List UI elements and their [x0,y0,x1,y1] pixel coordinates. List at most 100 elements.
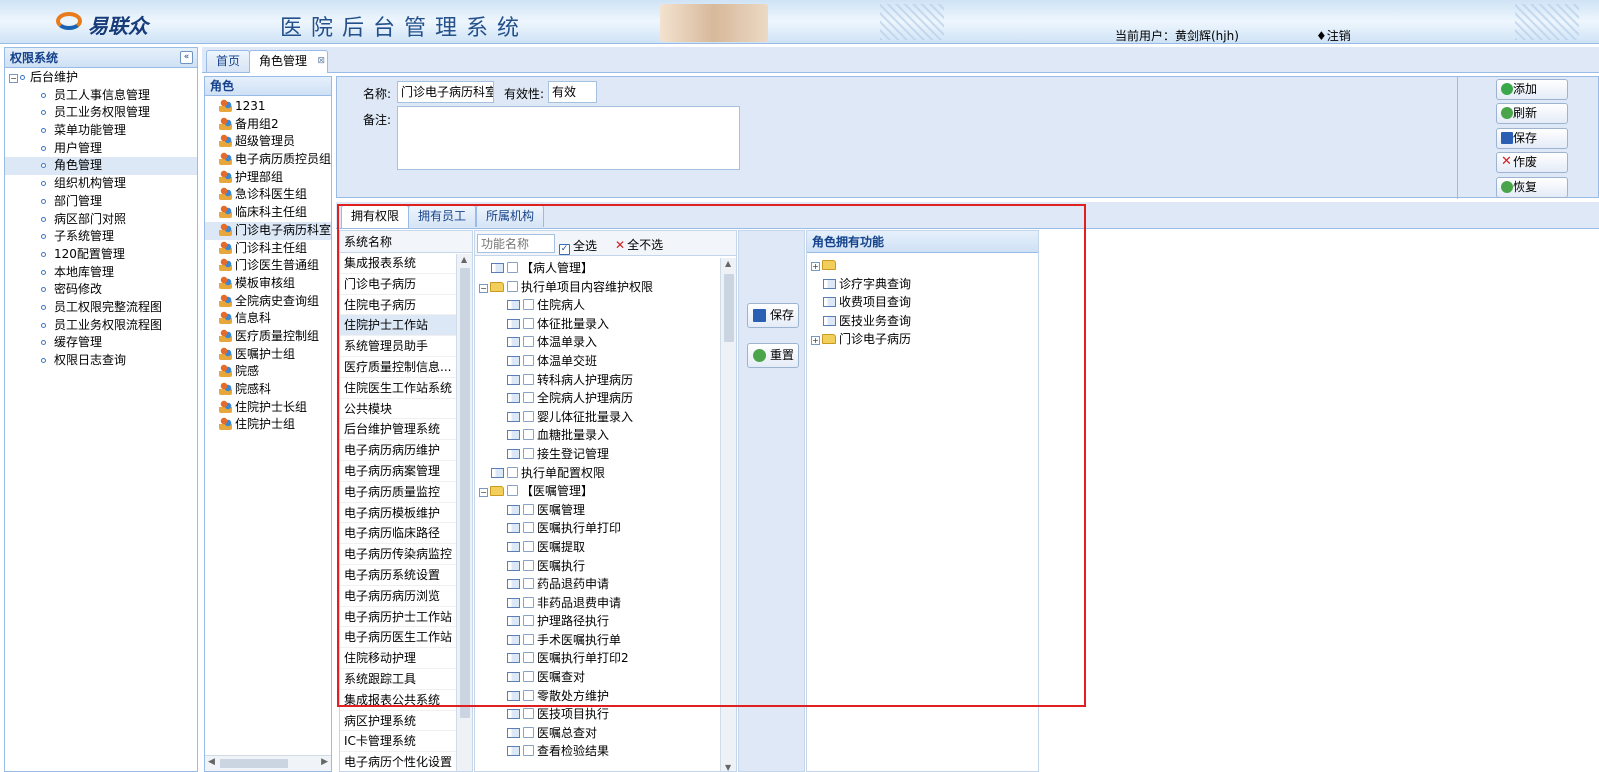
function-tree-item[interactable]: 全院病人护理病历 [475,389,736,408]
function-tree-item[interactable]: 医嘱执行 [475,557,736,576]
system-list-item[interactable]: 电子病历个性化设置 [340,752,456,771]
scroll-down-icon[interactable]: ▼ [725,763,731,771]
function-tree-item[interactable]: 零散处方维护 [475,687,736,706]
role-item[interactable]: 门诊科主任组 [205,240,331,258]
function-checkbox[interactable] [523,633,534,645]
function-tree-item[interactable]: 【病人管理】 [475,259,736,278]
system-list-item[interactable]: 住院医生工作站系统 [340,378,456,399]
function-tree-item[interactable]: 医嘱提取 [475,538,736,557]
scroll-up-icon[interactable]: ▲ [461,255,467,264]
role-item[interactable]: 超级管理员 [205,133,331,151]
add-button[interactable]: 添加 [1496,79,1568,100]
function-checkbox[interactable] [523,708,534,720]
function-tree-item[interactable]: 非药品退费申请 [475,594,736,613]
role-item[interactable]: 全院病史查询组 [205,293,331,311]
scroll-up-icon[interactable]: ▲ [725,259,731,268]
role-item[interactable]: 门诊电子病历科室 [205,221,331,240]
function-tree-item[interactable]: 医嘱管理 [475,501,736,520]
role-item[interactable]: 护理部组 [205,169,331,187]
collapse-icon[interactable]: − [479,488,488,498]
system-list-item[interactable]: 医疗质量控制信息... [340,357,456,378]
void-button[interactable]: ✕ 作废 [1496,152,1568,173]
collapse-icon[interactable]: − [479,283,488,293]
role-item[interactable]: 电子病历质控员组 [205,151,331,169]
role-item[interactable]: 备用组2 [205,116,331,134]
function-search-input[interactable] [477,234,555,253]
tab-home[interactable]: 首页 [206,50,251,72]
system-list-item[interactable]: 住院护士工作站 [340,315,456,337]
expand-icon[interactable]: + [811,262,820,271]
system-list-item[interactable]: 公共模块 [340,399,456,420]
function-tree-item[interactable]: 血糖批量录入 [475,426,736,445]
tab-owned-employees[interactable]: 拥有员工 [408,205,477,227]
function-tree-item[interactable]: 体温单录入 [475,333,736,352]
function-checkbox[interactable] [507,262,518,273]
function-checkbox[interactable] [523,540,534,552]
system-list-item[interactable]: 电子病历病历浏览 [340,586,456,607]
function-tree-item[interactable]: 体征批量录入 [475,315,736,334]
function-tree-item[interactable]: 婴儿体征批量录入 [475,408,736,427]
function-checkbox[interactable] [507,280,518,292]
role-item[interactable]: 门诊医生普通组 [205,257,331,275]
function-checkbox[interactable] [523,317,534,329]
save-button[interactable]: 保存 [1496,128,1568,149]
system-list-item[interactable]: 集成报表公共系统 [340,690,456,711]
scroll-thumb[interactable] [220,759,288,768]
sidebar-item[interactable]: 用户管理 [5,140,197,158]
function-tree-item[interactable]: 护理路径执行 [475,612,736,631]
sidebar-item[interactable]: 员工业务权限管理 [5,104,197,122]
sidebar-item[interactable]: 120配置管理 [5,246,197,264]
system-list-item[interactable]: 系统管理员助手 [340,336,456,357]
function-tree-item[interactable]: 体温单交班 [475,352,736,371]
scroll-thumb[interactable] [724,274,734,342]
function-tree-item[interactable]: − 【医嘱管理】 [475,482,736,501]
system-list-scrollbar[interactable]: ▲ [456,254,472,771]
function-checkbox[interactable] [523,373,534,385]
function-tree-item[interactable]: − 执行单项目内容维护权限 [475,278,736,297]
system-list-item[interactable]: 电子病历病案管理 [340,461,456,482]
function-tree-item[interactable]: 住院病人 [475,296,736,315]
role-item[interactable]: 住院护士组 [205,416,331,434]
role-function-item[interactable]: 医技业务查询 [807,312,1038,331]
function-checkbox[interactable] [523,447,534,459]
sidebar-item[interactable]: 部门管理 [5,193,197,211]
function-checkbox[interactable] [523,578,534,590]
sidebar-item[interactable]: 菜单功能管理 [5,122,197,140]
system-list-item[interactable]: 电子病历质量监控 [340,482,456,503]
sidebar-item[interactable]: 本地库管理 [5,264,197,282]
role-function-item[interactable]: + 门诊电子病历 [807,330,1038,349]
system-list-item[interactable]: 电子病历系统设置 [340,565,456,586]
restore-button[interactable]: 恢复 [1496,177,1568,198]
system-list-item[interactable]: 电子病历传染病监控 [340,544,456,565]
scroll-left-icon[interactable]: ◀ [208,757,215,767]
function-checkbox[interactable] [523,336,534,348]
sidebar-item[interactable]: 缓存管理 [5,334,197,352]
function-tree-item[interactable]: 医嘱总查对 [475,724,736,743]
sidebar-item[interactable]: 子系统管理 [5,228,197,246]
function-tree-scrollbar[interactable]: ▲ ▼ [720,258,736,771]
function-checkbox[interactable] [523,299,534,311]
function-tree-item[interactable]: 医技项目执行 [475,705,736,724]
function-checkbox[interactable] [523,726,534,738]
tab-parent-organization[interactable]: 所属机构 [476,205,545,227]
function-tree-item[interactable]: 查看检验结果 [475,742,736,761]
role-item[interactable]: 医嘱护士组 [205,346,331,364]
role-function-item[interactable]: 收费项目查询 [807,293,1038,312]
transfer-save-button[interactable]: 保存 [747,303,799,328]
function-tree-item[interactable]: 医嘱执行单打印 [475,519,736,538]
logout-link[interactable]: ♦注销 [1316,27,1351,44]
system-list-item[interactable]: 病区护理系统 [340,711,456,732]
role-item[interactable]: 1231 [205,98,331,116]
role-item[interactable]: 急诊科医生组 [205,186,331,204]
collapse-icon[interactable]: − [9,74,18,83]
sidebar-item[interactable]: 员工人事信息管理 [5,87,197,105]
system-list-item[interactable]: 电子病历医生工作站 [340,627,456,649]
select-all-checkbox[interactable]: ✓ [559,244,570,255]
expand-icon[interactable]: + [811,336,820,346]
system-list-item[interactable]: 电子病历护士工作站 [340,607,456,628]
name-field[interactable]: 门诊电子病历科室 [397,81,494,103]
sidebar-item[interactable]: 密码修改 [5,281,197,299]
role-item[interactable]: 住院护士长组 [205,399,331,417]
system-list-item[interactable]: 后台维护管理系统 [340,419,456,441]
system-list-item[interactable]: 集成报表系统 [340,253,456,274]
